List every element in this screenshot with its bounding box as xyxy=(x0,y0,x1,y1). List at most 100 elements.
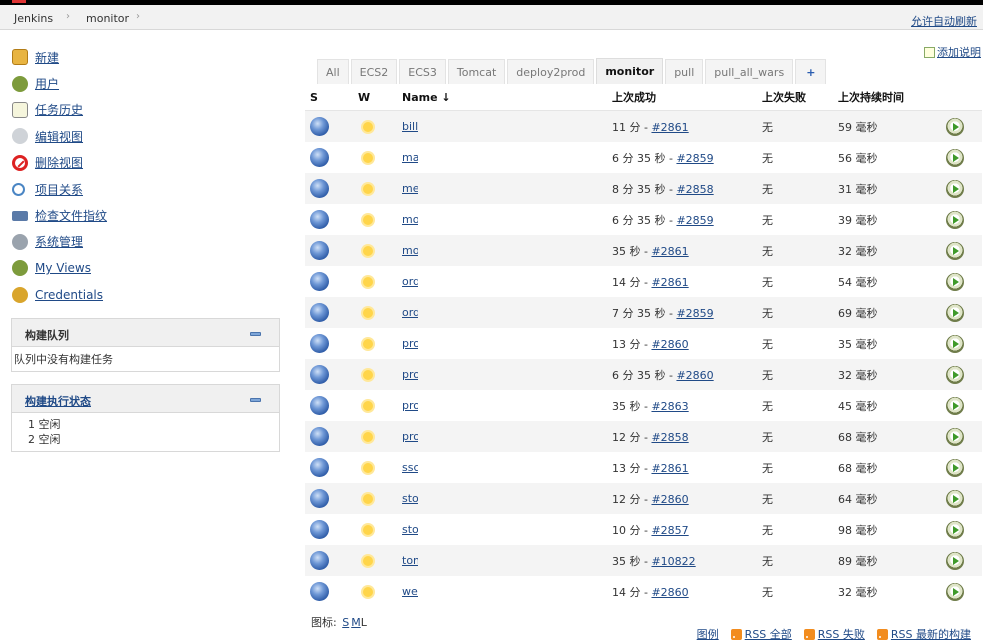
job-link[interactable]: ma xyxy=(402,151,418,164)
schedule-build-icon[interactable] xyxy=(946,303,964,322)
job-link[interactable]: pro xyxy=(402,399,418,412)
sunny-weather-icon[interactable] xyxy=(358,458,378,478)
schedule-build-icon[interactable] xyxy=(946,427,964,446)
sidebar-item-label[interactable]: 用户 xyxy=(35,75,59,92)
job-link[interactable]: ord xyxy=(402,275,418,288)
sidebar-item-label[interactable]: 新建 xyxy=(35,49,59,66)
schedule-build-icon[interactable] xyxy=(946,117,964,136)
sidebar-item-people[interactable]: 用户 xyxy=(12,70,107,96)
column-last-success[interactable]: 上次成功 xyxy=(612,84,762,111)
sunny-weather-icon[interactable] xyxy=(358,303,378,323)
sidebar-item-label[interactable]: 任务历史 xyxy=(35,101,83,118)
chevron-right-icon[interactable]: › xyxy=(136,11,140,22)
build-link[interactable]: #2859 xyxy=(676,152,713,165)
column-last-duration[interactable]: 上次持续时间 xyxy=(838,84,946,111)
sunny-weather-icon[interactable] xyxy=(358,148,378,168)
build-link[interactable]: #2861 xyxy=(651,462,688,475)
tab-all[interactable]: All xyxy=(317,59,349,84)
job-link[interactable]: sto xyxy=(402,492,418,505)
job-link[interactable]: mo xyxy=(402,213,418,226)
job-link[interactable]: sto xyxy=(402,523,418,536)
status-ball-icon[interactable] xyxy=(310,210,329,229)
column-last-failure[interactable]: 上次失败 xyxy=(762,84,838,111)
breadcrumb-monitor[interactable]: monitor xyxy=(86,12,129,25)
schedule-build-icon[interactable] xyxy=(946,210,964,229)
sidebar-item-project-relationship[interactable]: 项目关系 xyxy=(12,176,107,202)
tab-tomcat[interactable]: Tomcat xyxy=(447,59,506,84)
sidebar-item-label[interactable]: Credentials xyxy=(35,288,103,302)
tab-ecs2[interactable]: ECS2 xyxy=(350,59,398,84)
sidebar-item-my-views[interactable]: My Views xyxy=(12,255,107,281)
status-ball-icon[interactable] xyxy=(310,148,329,167)
executor-status-title[interactable]: 构建执行状态 xyxy=(25,393,91,409)
build-link[interactable]: #2859 xyxy=(676,214,713,227)
schedule-build-icon[interactable] xyxy=(946,179,964,198)
sunny-weather-icon[interactable] xyxy=(358,520,378,540)
sunny-weather-icon[interactable] xyxy=(358,396,378,416)
status-ball-icon[interactable] xyxy=(310,427,329,446)
sidebar-item-label[interactable]: 系统管理 xyxy=(35,233,83,250)
schedule-build-icon[interactable] xyxy=(946,458,964,477)
sidebar-item-credentials[interactable]: Credentials xyxy=(12,282,107,308)
status-ball-icon[interactable] xyxy=(310,458,329,477)
sidebar-item-history[interactable]: 任务历史 xyxy=(12,97,107,123)
add-description-link[interactable]: 添加说明 xyxy=(924,44,981,60)
tab-monitor[interactable]: monitor xyxy=(596,58,664,84)
build-link[interactable]: #2863 xyxy=(651,400,688,413)
column-status[interactable]: S xyxy=(305,84,358,111)
add-view-tab[interactable]: + xyxy=(795,59,827,84)
rss-latest-link[interactable]: RSS 最新的构建 xyxy=(876,626,971,642)
status-ball-icon[interactable] xyxy=(310,334,329,353)
job-link[interactable]: pro xyxy=(402,368,418,381)
sidebar-item-label[interactable]: 项目关系 xyxy=(35,181,83,198)
schedule-build-icon[interactable] xyxy=(946,241,964,260)
build-link[interactable]: #2858 xyxy=(651,431,688,444)
breadcrumb-jenkins[interactable]: Jenkins xyxy=(14,12,53,25)
sidebar-item-label[interactable]: 删除视图 xyxy=(35,154,83,171)
status-ball-icon[interactable] xyxy=(310,117,329,136)
status-ball-icon[interactable] xyxy=(310,520,329,539)
build-link[interactable]: #2860 xyxy=(676,369,713,382)
tab-ecs3[interactable]: ECS3 xyxy=(399,59,446,84)
icon-size-small[interactable]: S xyxy=(342,616,349,629)
sidebar-item-fingerprint[interactable]: 检查文件指纹 xyxy=(12,202,107,228)
column-weather[interactable]: W xyxy=(358,84,402,111)
job-link[interactable]: bill- xyxy=(402,120,418,133)
rss-failed-link[interactable]: RSS 失败 xyxy=(803,626,865,642)
sunny-weather-icon[interactable] xyxy=(358,210,378,230)
sidebar-item-label[interactable]: 编辑视图 xyxy=(35,128,83,145)
job-link[interactable]: wet xyxy=(402,585,418,598)
job-link[interactable]: mo xyxy=(402,244,418,257)
schedule-build-icon[interactable] xyxy=(946,148,964,167)
tab-pull[interactable]: pull xyxy=(665,59,704,84)
status-ball-icon[interactable] xyxy=(310,303,329,322)
schedule-build-icon[interactable] xyxy=(946,489,964,508)
sidebar-item-manage[interactable]: 系统管理 xyxy=(12,229,107,255)
job-link[interactable]: ssc xyxy=(402,461,418,474)
tab-deploy2prod[interactable]: deploy2prod xyxy=(507,59,595,84)
auto-refresh-link[interactable]: 允许自动刷新 xyxy=(911,13,977,29)
sunny-weather-icon[interactable] xyxy=(358,117,378,137)
sunny-weather-icon[interactable] xyxy=(358,551,378,571)
job-link[interactable]: pro xyxy=(402,337,418,350)
chevron-right-icon[interactable]: › xyxy=(66,11,70,22)
icon-size-medium[interactable]: M xyxy=(351,616,361,629)
sunny-weather-icon[interactable] xyxy=(358,334,378,354)
rss-all-link[interactable]: RSS 全部 xyxy=(730,626,792,642)
tab-pull-all-wars[interactable]: pull_all_wars xyxy=(705,59,794,84)
schedule-build-icon[interactable] xyxy=(946,272,964,291)
status-ball-icon[interactable] xyxy=(310,551,329,570)
status-ball-icon[interactable] xyxy=(310,489,329,508)
sunny-weather-icon[interactable] xyxy=(358,179,378,199)
build-link[interactable]: #2860 xyxy=(651,338,688,351)
build-link[interactable]: #2861 xyxy=(651,245,688,258)
job-link[interactable]: pro xyxy=(402,430,418,443)
status-ball-icon[interactable] xyxy=(310,179,329,198)
job-link[interactable]: tom xyxy=(402,554,418,567)
legend-link[interactable]: 图例 xyxy=(697,626,719,642)
sunny-weather-icon[interactable] xyxy=(358,582,378,602)
status-ball-icon[interactable] xyxy=(310,365,329,384)
schedule-build-icon[interactable] xyxy=(946,334,964,353)
sidebar-item-edit-view[interactable]: 编辑视图 xyxy=(12,123,107,149)
sunny-weather-icon[interactable] xyxy=(358,241,378,261)
